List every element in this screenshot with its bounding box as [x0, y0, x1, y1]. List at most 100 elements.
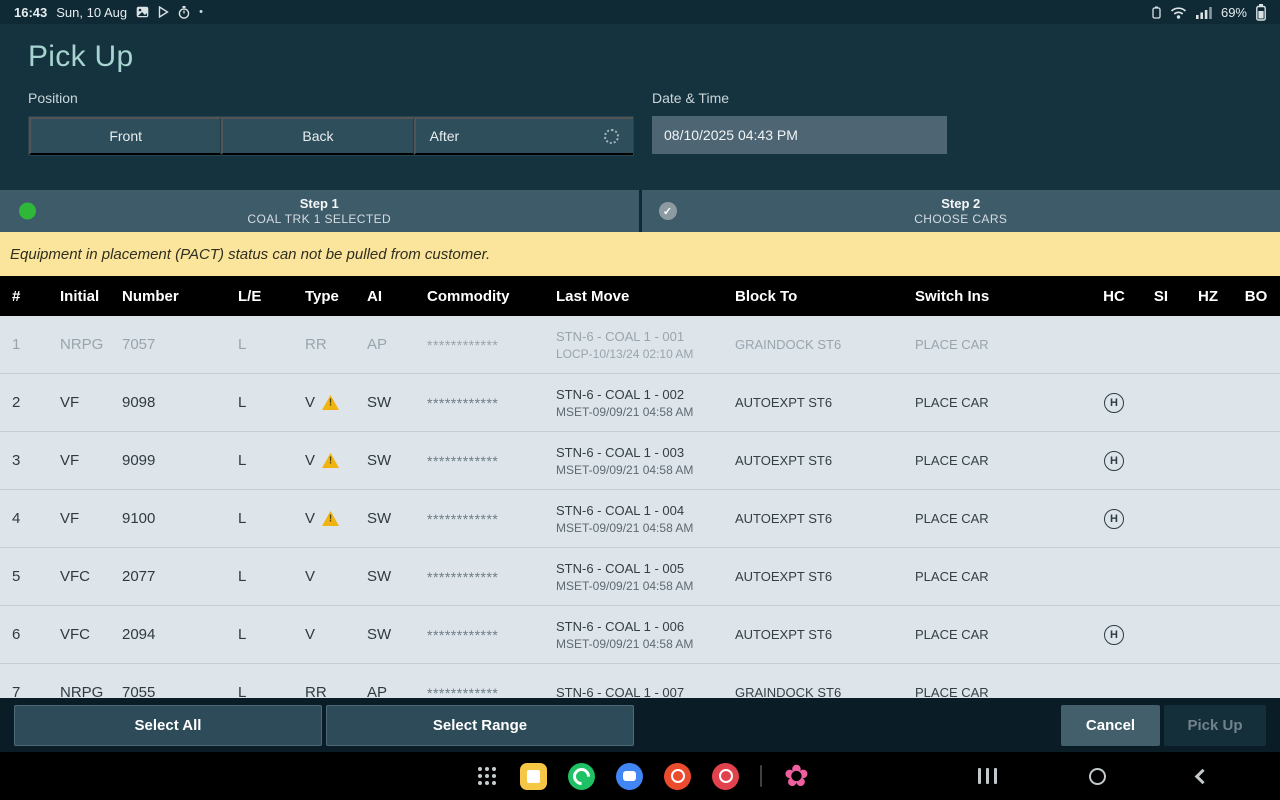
- battery-saver-icon: [1152, 6, 1161, 19]
- cell-commodity: ************: [415, 569, 544, 585]
- cell-initial: VFC: [48, 568, 110, 585]
- pick-up-button[interactable]: Pick Up: [1164, 705, 1266, 746]
- cell-le: L: [226, 336, 293, 353]
- car-row[interactable]: 4VF9100LVSW************STN-6 - COAL 1 - …: [0, 490, 1280, 548]
- cell-initial: NRPG: [48, 684, 110, 698]
- last-move-text: STN-6 - COAL 1 - 005: [556, 561, 723, 576]
- page-header: Pick Up Position Front Back After: [0, 24, 1280, 190]
- messages-app-icon[interactable]: [616, 763, 643, 790]
- last-move-text: STN-6 - COAL 1 - 004: [556, 503, 723, 518]
- battery-percent: 69%: [1221, 5, 1247, 20]
- cell-number: 7057: [110, 336, 226, 353]
- camera-app-icon[interactable]: [712, 763, 739, 790]
- cell-switch-ins: PLACE CAR: [903, 569, 1090, 584]
- cell-block-to: AUTOEXPT ST6: [723, 627, 903, 642]
- cell-commodity: ************: [415, 395, 544, 411]
- car-row[interactable]: 7NRPG7055LRRAP************STN-6 - COAL 1…: [0, 664, 1280, 698]
- cell-switch-ins: PLACE CAR: [903, 511, 1090, 526]
- cell-type: V: [293, 394, 355, 411]
- cell-hc: H: [1090, 509, 1138, 529]
- column-header: Block To: [723, 288, 903, 305]
- android-nav-bar: ✿: [0, 752, 1280, 800]
- car-row[interactable]: 2VF9098LVSW************STN-6 - COAL 1 - …: [0, 374, 1280, 432]
- cancel-button[interactable]: Cancel: [1061, 705, 1160, 746]
- cell-index: 4: [0, 510, 48, 527]
- cell-type: V: [293, 626, 355, 643]
- status-time: 16:43: [14, 5, 47, 20]
- position-after-button[interactable]: After: [414, 117, 633, 155]
- column-header: Switch Ins: [903, 288, 1090, 305]
- cell-block-to: AUTOEXPT ST6: [723, 395, 903, 410]
- dock-divider: [760, 765, 762, 787]
- cell-initial: VFC: [48, 626, 110, 643]
- cell-block-to: AUTOEXPT ST6: [723, 453, 903, 468]
- step-2-title: Step 2: [941, 196, 980, 211]
- cell-type: V: [293, 568, 355, 585]
- cell-number: 2094: [110, 626, 226, 643]
- column-header: SI: [1138, 288, 1184, 305]
- cell-ai: SW: [355, 394, 415, 411]
- cell-type: RR: [293, 684, 355, 698]
- cell-index: 7: [0, 684, 48, 698]
- datetime-input[interactable]: 08/10/2025 04:43 PM: [652, 116, 947, 154]
- cell-commodity: ************: [415, 511, 544, 527]
- hold-badge-icon: H: [1104, 393, 1124, 413]
- pact-warning-banner: Equipment in placement (PACT) status can…: [0, 232, 1280, 276]
- select-all-button[interactable]: Select All: [14, 705, 322, 746]
- position-front-button[interactable]: Front: [29, 117, 221, 155]
- column-header: HZ: [1184, 288, 1232, 305]
- loading-spinner-icon: [604, 129, 619, 144]
- last-move-text: STN-6 - COAL 1 - 007: [556, 685, 723, 698]
- column-header: Number: [110, 288, 226, 305]
- back-button[interactable]: [1195, 768, 1211, 784]
- cell-index: 3: [0, 452, 48, 469]
- cell-initial: VF: [48, 452, 110, 469]
- last-move-detail: MSET-09/09/21 04:58 AM: [556, 579, 723, 593]
- cell-type: V: [293, 510, 355, 527]
- car-row[interactable]: 5VFC2077LVSW************STN-6 - COAL 1 -…: [0, 548, 1280, 606]
- car-row[interactable]: 3VF9099LVSW************STN-6 - COAL 1 - …: [0, 432, 1280, 490]
- cell-index: 2: [0, 394, 48, 411]
- step-1-segment[interactable]: Step 1 COAL TRK 1 SELECTED: [0, 190, 639, 232]
- cell-number: 9099: [110, 452, 226, 469]
- step-1-subtitle: COAL TRK 1 SELECTED: [247, 212, 391, 226]
- notification-dot-icon: •: [199, 6, 203, 18]
- cell-last-move: STN-6 - COAL 1 - 004MSET-09/09/21 04:58 …: [544, 503, 723, 535]
- position-back-label: Back: [302, 128, 333, 144]
- last-move-text: STN-6 - COAL 1 - 003: [556, 445, 723, 460]
- position-segmented-control: Front Back After: [28, 116, 634, 156]
- cell-type: V: [293, 452, 355, 469]
- cell-hc: H: [1090, 393, 1138, 413]
- cell-last-move: STN-6 - COAL 1 - 003MSET-09/09/21 04:58 …: [544, 445, 723, 477]
- warning-icon: [322, 395, 339, 410]
- cell-commodity: ************: [415, 337, 544, 353]
- position-label: Position: [28, 90, 634, 106]
- car-row[interactable]: 6VFC2094LVSW************STN-6 - COAL 1 -…: [0, 606, 1280, 664]
- cell-commodity: ************: [415, 685, 544, 699]
- recents-button[interactable]: [978, 768, 997, 784]
- cell-number: 2077: [110, 568, 226, 585]
- cell-initial: VF: [48, 510, 110, 527]
- gallery-app-icon[interactable]: ✿: [783, 763, 810, 790]
- cell-index: 5: [0, 568, 48, 585]
- cell-type: RR: [293, 336, 355, 353]
- step-2-segment[interactable]: ✓ Step 2 CHOOSE CARS: [642, 190, 1280, 232]
- hold-badge-icon: H: [1104, 625, 1124, 645]
- home-button[interactable]: [1089, 768, 1106, 785]
- contacts-app-icon[interactable]: [664, 763, 691, 790]
- app-drawer-icon[interactable]: [478, 767, 496, 785]
- cell-number: 9098: [110, 394, 226, 411]
- phone-app-icon[interactable]: [568, 763, 595, 790]
- cell-switch-ins: PLACE CAR: [903, 337, 1090, 352]
- notes-app-icon[interactable]: [520, 763, 547, 790]
- cell-block-to: GRAINDOCK ST6: [723, 337, 903, 352]
- position-back-button[interactable]: Back: [221, 117, 413, 155]
- select-range-button[interactable]: Select Range: [326, 705, 634, 746]
- cell-switch-ins: PLACE CAR: [903, 627, 1090, 642]
- column-header: BO: [1232, 288, 1280, 305]
- warning-icon: [322, 511, 339, 526]
- last-move-text: STN-6 - COAL 1 - 006: [556, 619, 723, 634]
- car-row[interactable]: 1NRPG7057LRRAP************STN-6 - COAL 1…: [0, 316, 1280, 374]
- column-header: Last Move: [544, 288, 723, 305]
- position-front-label: Front: [109, 128, 142, 144]
